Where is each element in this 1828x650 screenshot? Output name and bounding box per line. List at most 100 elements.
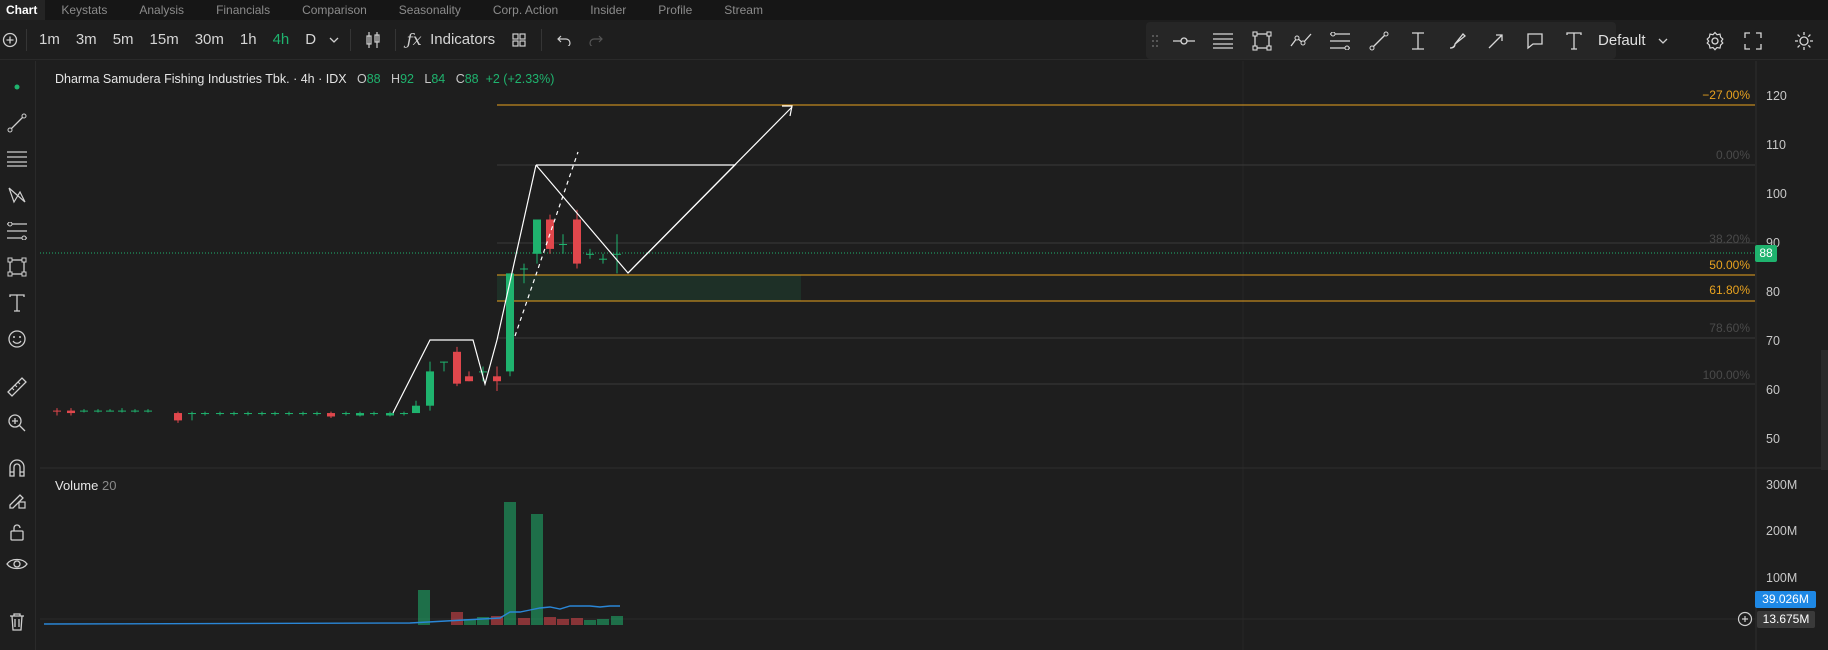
candle bbox=[106, 409, 114, 412]
candle bbox=[271, 411, 279, 416]
fib-label-100: 100.00% bbox=[1702, 368, 1750, 382]
candle-body bbox=[386, 413, 394, 416]
fib-label-786: 78.60% bbox=[1709, 321, 1750, 335]
price-tick: 70 bbox=[1766, 334, 1780, 348]
candle-body bbox=[131, 410, 139, 412]
candle-body bbox=[67, 410, 75, 414]
candle bbox=[412, 400, 420, 414]
low-value: 84 bbox=[431, 72, 446, 86]
candle-body bbox=[506, 273, 514, 372]
candle bbox=[144, 409, 152, 413]
price-tick: 110 bbox=[1766, 138, 1786, 152]
projection-arrowhead bbox=[782, 105, 793, 117]
dashed-leg bbox=[514, 151, 579, 337]
volume-last-row: 13.675M bbox=[1737, 609, 1815, 629]
price-tick: 100 bbox=[1766, 187, 1787, 201]
volume-last-badge: 13.675M bbox=[1757, 610, 1815, 628]
candle-body bbox=[174, 413, 182, 421]
fib-zone bbox=[497, 275, 801, 301]
candle-body bbox=[271, 413, 279, 415]
candles bbox=[53, 209, 621, 423]
candle bbox=[599, 253, 607, 264]
close-key: C bbox=[455, 72, 465, 86]
candle-body bbox=[327, 413, 335, 417]
candle-body bbox=[342, 413, 350, 415]
candle-body bbox=[118, 410, 126, 412]
volume-legend[interactable]: Volume 20 bbox=[55, 478, 116, 493]
close-value: 88 bbox=[464, 72, 479, 86]
projection-arrow-line bbox=[627, 106, 793, 274]
volume-bar bbox=[557, 619, 569, 625]
candle-body bbox=[53, 410, 61, 412]
volume-tick: 300M bbox=[1766, 478, 1798, 492]
candle bbox=[440, 361, 448, 372]
pattern-small bbox=[392, 339, 498, 414]
volume-bar bbox=[584, 620, 596, 625]
candle bbox=[465, 371, 473, 382]
volume-period: 20 bbox=[102, 478, 117, 493]
symbol-name: Dharma Samudera Fishing Industries Tbk. … bbox=[55, 72, 347, 86]
volume-bar bbox=[544, 617, 556, 625]
candle-body bbox=[479, 371, 487, 373]
fib-label-neg27: −27.00% bbox=[1702, 88, 1750, 102]
candle-body bbox=[440, 361, 448, 363]
pattern-triangle bbox=[535, 164, 737, 274]
candle-body bbox=[520, 268, 528, 270]
candle bbox=[370, 411, 378, 416]
candle-body bbox=[426, 371, 434, 406]
candle bbox=[258, 411, 266, 416]
volume-bar bbox=[611, 616, 623, 625]
open-key: O bbox=[356, 72, 367, 86]
candle-body bbox=[370, 413, 378, 415]
candle-body bbox=[80, 410, 88, 412]
candle-body bbox=[559, 244, 567, 245]
candle bbox=[94, 409, 102, 413]
candle bbox=[118, 408, 126, 413]
grid bbox=[40, 61, 1828, 650]
candle-body bbox=[599, 258, 607, 260]
scroll-handle[interactable] bbox=[1821, 350, 1828, 470]
volume-tick: 100M bbox=[1766, 571, 1798, 585]
volume-bar bbox=[451, 612, 463, 625]
candle bbox=[174, 411, 182, 423]
symbol-legend[interactable]: Dharma Samudera Fishing Industries Tbk. … bbox=[55, 72, 554, 86]
candle-body bbox=[400, 413, 408, 415]
candle-body bbox=[533, 219, 541, 254]
candle-body bbox=[144, 410, 152, 412]
pattern-drawing bbox=[392, 105, 793, 414]
volume-bar bbox=[504, 502, 516, 625]
candle bbox=[586, 248, 594, 259]
fib-label-382: 38.20% bbox=[1709, 232, 1750, 246]
candle-body bbox=[244, 413, 252, 415]
candle-body bbox=[201, 413, 209, 415]
price-tick: 50 bbox=[1766, 432, 1780, 446]
candle bbox=[327, 411, 335, 418]
candle bbox=[53, 408, 61, 416]
candle bbox=[506, 273, 514, 377]
last-price-badge: 88 bbox=[1755, 245, 1777, 262]
open-value: 88 bbox=[366, 72, 381, 86]
volume-bar bbox=[571, 618, 583, 625]
candle-body bbox=[94, 410, 102, 412]
volume-tick: 200M bbox=[1766, 524, 1798, 538]
candle bbox=[80, 409, 88, 413]
candle bbox=[613, 234, 621, 274]
add-plus-icon[interactable] bbox=[1737, 611, 1753, 627]
candle bbox=[400, 411, 408, 416]
candle-body bbox=[586, 253, 594, 255]
candle bbox=[201, 411, 209, 416]
price-tick: 120 bbox=[1766, 89, 1787, 103]
candle bbox=[216, 411, 224, 416]
price-chart[interactable] bbox=[0, 0, 1828, 650]
high-key: H bbox=[391, 72, 401, 86]
candle-body bbox=[412, 405, 420, 414]
high-value: 92 bbox=[400, 72, 414, 86]
candle-body bbox=[453, 351, 461, 384]
candle-body bbox=[313, 413, 321, 415]
candle-body bbox=[356, 413, 364, 416]
candle bbox=[313, 411, 321, 416]
candle bbox=[285, 411, 293, 416]
fib-label-618: 61.80% bbox=[1709, 283, 1750, 297]
candle-body bbox=[299, 413, 307, 415]
candle-body bbox=[216, 413, 224, 415]
